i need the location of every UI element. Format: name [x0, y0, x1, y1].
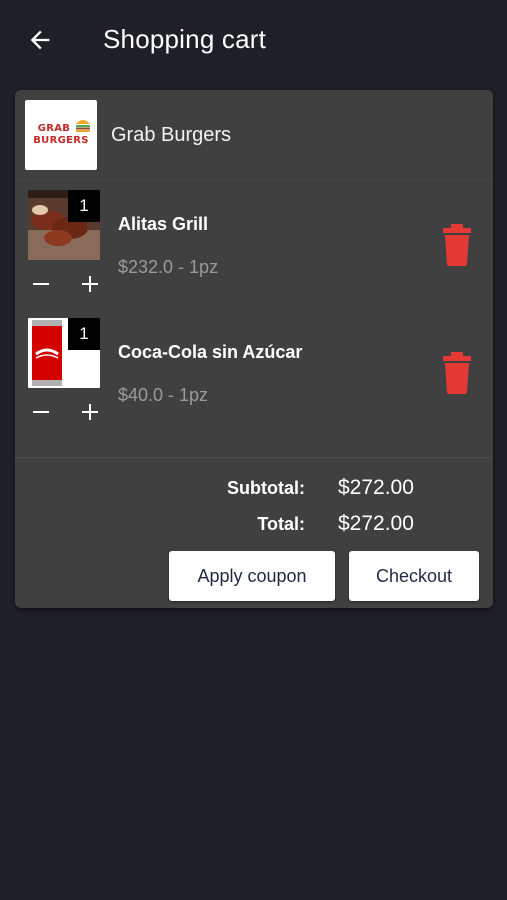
minus-icon: [33, 283, 49, 285]
subtotal-label: Subtotal:: [227, 478, 305, 498]
item-name: Alitas Grill: [118, 214, 209, 234]
cart-card: GRAB BURGERS Grab Burgers 1 Alitas Grill…: [15, 90, 493, 608]
checkout-button[interactable]: Checkout: [349, 551, 479, 601]
summary-divider: [15, 457, 493, 458]
minus-icon: [33, 411, 49, 413]
store-header: GRAB BURGERS Grab Burgers: [15, 90, 493, 180]
decrease-quantity-button[interactable]: [27, 270, 55, 298]
item-price: $40.0 - 1pz: [118, 385, 209, 405]
app-bar: Shopping cart: [0, 0, 507, 80]
delete-item-button[interactable]: [439, 224, 475, 266]
decrease-quantity-button[interactable]: [27, 398, 55, 426]
store-name: Grab Burgers: [111, 124, 232, 146]
store-logo-text-2: BURGERS: [33, 135, 89, 146]
increase-quantity-button[interactable]: [76, 270, 104, 298]
cart-item: 1 Coca-Cola sin Azúcar $40.0 - 1pz: [15, 318, 493, 446]
store-logo: GRAB BURGERS: [25, 100, 97, 170]
subtotal-value: $272.00: [338, 476, 414, 499]
increase-quantity-button[interactable]: [76, 398, 104, 426]
trash-icon: [443, 224, 471, 266]
plus-icon: [82, 404, 98, 420]
burger-icon: [76, 120, 90, 132]
quantity-badge: 1: [68, 190, 100, 222]
delete-item-button[interactable]: [439, 352, 475, 394]
item-name: Coca-Cola sin Azúcar: [118, 342, 303, 362]
item-price: $232.0 - 1pz: [118, 257, 219, 277]
store-logo-text-1: GRAB: [37, 123, 71, 134]
apply-coupon-button[interactable]: Apply coupon: [169, 551, 335, 601]
trash-icon: [443, 352, 471, 394]
arrow-left-icon: [30, 30, 50, 50]
total-label: Total:: [257, 514, 305, 534]
page-title: Shopping cart: [103, 24, 267, 54]
quantity-badge: 1: [68, 318, 100, 350]
total-value: $272.00: [338, 512, 414, 535]
back-button[interactable]: [22, 22, 58, 58]
plus-icon: [82, 276, 98, 292]
cart-item: 1 Alitas Grill $232.0 - 1pz: [15, 190, 493, 318]
